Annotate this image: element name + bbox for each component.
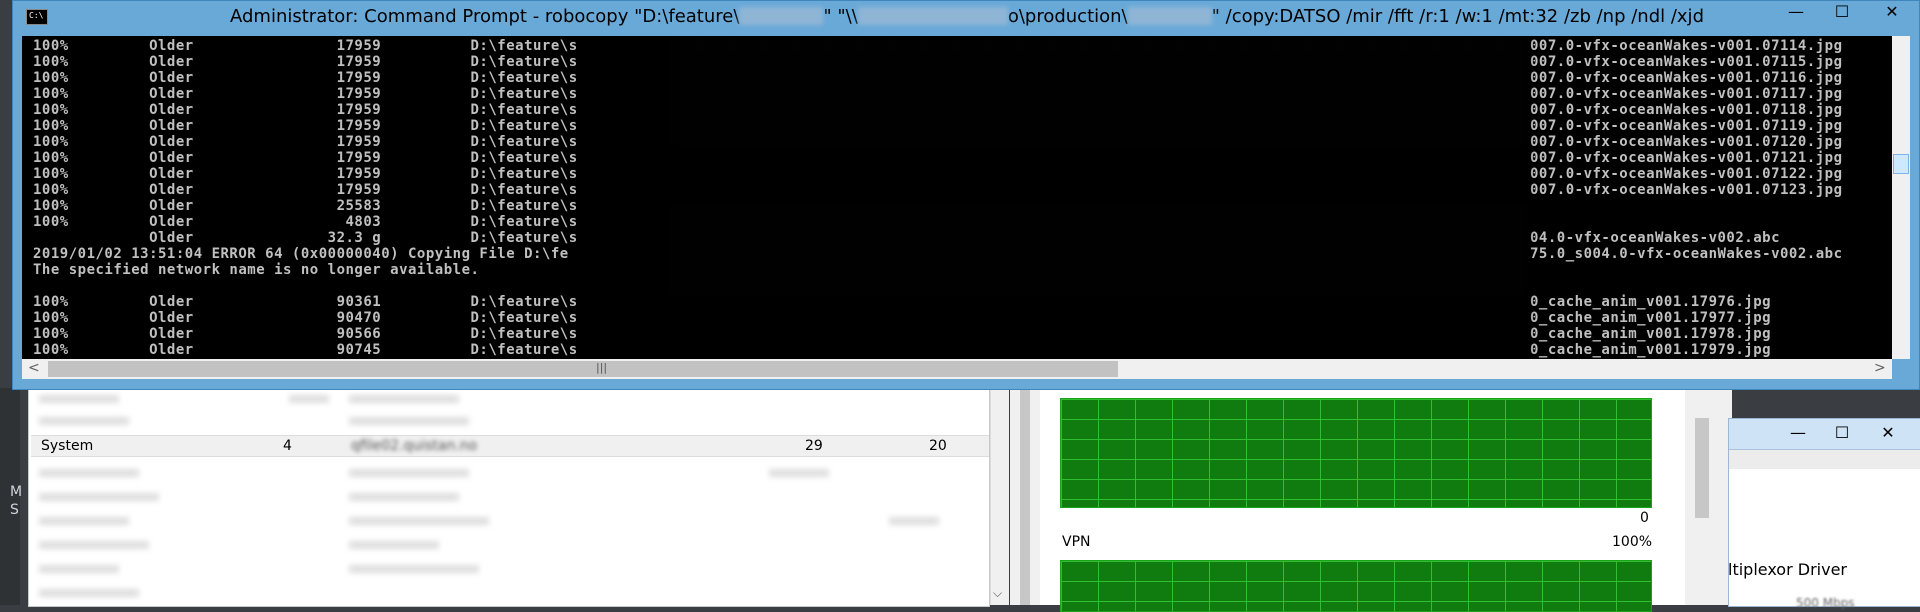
console-line-text: 100% Older 17959 D:\feature\s [33,54,578,70]
redacted-text [1127,7,1212,25]
maximize-button[interactable]: ☐ [1820,0,1864,26]
close-button[interactable]: ✕ [1873,423,1903,443]
console-line: 100% Older 90361 D:\feature\s [33,294,578,310]
console-line: 100% Older 4803 D:\feature\s [33,214,578,230]
maximize-button[interactable]: ☐ [1827,423,1857,443]
console-line-text: 100% Older 25583 D:\feature\s [33,198,578,214]
console-line-filename: 007.0-vfx-oceanWakes-v001.07115.jpg [1530,54,1843,70]
desktop-edge: M S [0,388,23,605]
console-output[interactable]: 100% Older 17959 D:\feature\s 007.0-vfx-o… [22,36,1892,359]
console-line-text: 100% Older 17959 D:\feature\s [33,118,578,134]
console-line-text: 100% Older 17959 D:\feature\s [33,166,578,182]
console-line: 100% Older 17959 D:\feature\s [33,166,578,182]
console-line-filename: 007.0-vfx-oceanWakes-v001.07116.jpg [1530,70,1843,86]
console-error-filename: 75.0_s004.0-vfx-oceanWakes-v002.abc [1530,246,1843,262]
console-line-text: 100% Older 17959 D:\feature\s [33,134,578,150]
console-line-filename: 007.0-vfx-oceanWakes-v001.07119.jpg [1530,118,1843,134]
adapter-speed: 500 Mbps [1796,596,1855,610]
console-line: 100% Older 17959 D:\feature\s [33,54,578,70]
dialog-content [1729,469,1920,606]
vpn-max-label: 100% [1612,534,1653,550]
console-line-filename: 007.0-vfx-oceanWakes-v001.07122.jpg [1530,166,1843,182]
console-vertical-scrollbar[interactable] [1892,36,1910,359]
process-address: qfile02.quistan.no [351,438,478,454]
console-horizontal-scrollbar[interactable]: < ||| > [22,359,1892,379]
command-prompt-window: Administrator: Command Prompt - robocopy… [12,0,1920,390]
console-line-filename: 007.0-vfx-oceanWakes-v001.07120.jpg [1530,134,1843,150]
console-line-text: 100% Older 90470 D:\feature\s [33,310,578,326]
console-line-text: 100% Older 17959 D:\feature\s [33,182,578,198]
adapter-name: ltiplexor Driver [1728,560,1847,579]
redacted-text [857,7,1008,25]
console-line: 100% Older 17959 D:\feature\s [33,134,578,150]
console-line-filename: 007.0-vfx-oceanWakes-v001.07123.jpg [1530,182,1843,198]
edge-letter: S [10,502,19,518]
console-line-text: 100% Older 17959 D:\feature\s [33,86,578,102]
console-line: 100% Older 17959 D:\feature\s [33,86,578,102]
console-line-text: 100% Older 90566 D:\feature\s [33,326,578,342]
console-line-text: Older 32.3 g D:\feature\s [33,230,578,246]
console-line-filename: 04.0-vfx-oceanWakes-v002.abc [1530,230,1781,246]
console-line: 100% Older 90470 D:\feature\s [33,310,578,326]
console-line-text: 100% Older 90745 D:\feature\s [33,342,578,358]
console-line: 100% Older 17959 D:\feature\s [33,102,578,118]
console-line-text: 100% Older 4803 D:\feature\s [33,214,578,230]
console-line-filename: 007.0-vfx-oceanWakes-v001.07118.jpg [1530,102,1843,118]
console-error-message: The specified network name is no longer … [33,262,480,278]
console-line: 100% Older 90566 D:\feature\s [33,326,578,342]
console-line-text: 100% Older 17959 D:\feature\s [33,102,578,118]
console-line-filename: 0_cache_anim_v001.17979.jpg [1530,342,1772,358]
minimize-button[interactable]: — [1774,0,1818,26]
cmd-icon[interactable] [26,9,48,25]
console-line: 100% Older 17959 D:\feature\s [33,38,578,54]
console-line: Older 32.3 g D:\feature\s [33,230,578,246]
scroll-thumb[interactable]: ||| [48,361,1118,377]
console-line-text: 100% Older 17959 D:\feature\s [33,150,578,166]
edge-letter: M [10,484,23,500]
console-error-line: 2019/01/02 13:51:04 ERROR 64 (0x00000040… [33,246,569,262]
console-line: 100% Older 90745 D:\feature\s [33,342,578,358]
console-line: 100% Older 17959 D:\feature\s [33,118,578,134]
process-pid: 4 [283,438,292,454]
perf-scrollbar[interactable] [1685,388,1732,605]
network-graph [1060,398,1652,508]
scroll-left-icon[interactable]: < [28,360,40,376]
process-col5: 20 [929,438,947,454]
console-line-filename: 0_cache_anim_v001.17977.jpg [1530,310,1772,326]
chevron-down-icon[interactable]: ⌵ [993,586,1002,601]
close-button[interactable]: ✕ [1868,0,1916,26]
process-col4: 29 [805,438,823,454]
console-line-text: 100% Older 17959 D:\feature\s [33,70,578,86]
console-line-filename: 007.0-vfx-oceanWakes-v001.07117.jpg [1530,86,1843,102]
process-name: System [41,438,94,454]
console-line-text: 100% Older 17959 D:\feature\s [33,38,578,54]
console-line-text: 100% Older 90361 D:\feature\s [33,294,578,310]
console-line-filename: 007.0-vfx-oceanWakes-v001.07121.jpg [1530,150,1843,166]
dialog-titlebar: — ☐ ✕ [1729,419,1920,450]
graph-zero-label: 0 [1640,510,1649,526]
scroll-right-icon[interactable]: > [1874,360,1886,376]
scroll-thumb[interactable] [1893,154,1909,174]
console-line: 100% Older 17959 D:\feature\s [33,70,578,86]
console-line: 100% Older 17959 D:\feature\s [33,182,578,198]
grip-icon: ||| [596,361,608,374]
process-list: System 4 qfile02.quistan.no 29 20 [28,388,990,607]
vpn-label: VPN [1062,534,1091,550]
performance-panel: 0 VPN 100% [1040,388,1685,612]
window-title: Administrator: Command Prompt - robocopy… [230,6,1704,27]
redacted-region [670,36,1527,359]
window-titlebar[interactable]: Administrator: Command Prompt - robocopy… [12,0,1920,34]
console-line-filename: 0_cache_anim_v001.17978.jpg [1530,326,1772,342]
process-row-system[interactable]: System 4 qfile02.quistan.no 29 20 [31,435,989,457]
redacted-text [739,7,824,25]
console-line: 100% Older 17959 D:\feature\s [33,150,578,166]
console-line: 100% Older 25583 D:\feature\s [33,198,578,214]
minimize-button[interactable]: — [1783,423,1813,443]
vpn-graph [1060,560,1652,612]
console-line-filename: 0_cache_anim_v001.17976.jpg [1530,294,1772,310]
console-line-filename: 007.0-vfx-oceanWakes-v001.07114.jpg [1530,38,1843,54]
process-list-scrollbar[interactable]: ⌵ [990,388,1009,605]
